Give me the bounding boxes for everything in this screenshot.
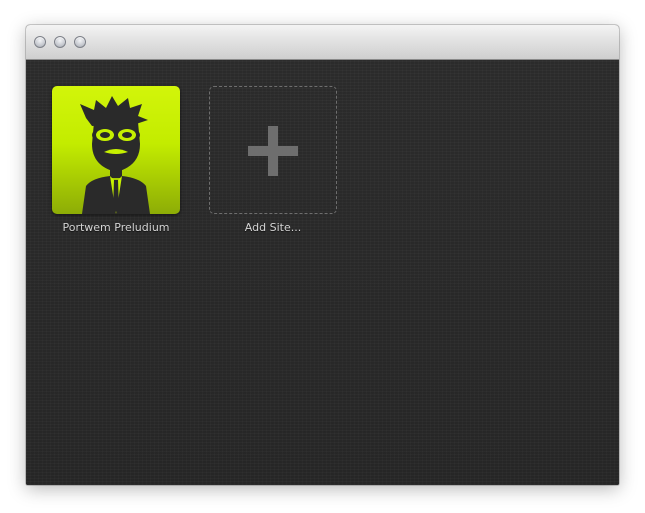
app-window: Portwem Preludium Add Site...: [26, 25, 619, 485]
minimize-window-button[interactable]: [54, 36, 66, 48]
sites-grid: Portwem Preludium Add Site...: [26, 60, 619, 485]
add-site-button[interactable]: [209, 86, 337, 214]
zoom-window-button[interactable]: [74, 36, 86, 48]
site-label[interactable]: Portwem Preludium: [44, 221, 188, 234]
hipster-avatar-icon: [80, 96, 150, 214]
close-window-button[interactable]: [34, 36, 46, 48]
site-tile[interactable]: [52, 86, 180, 214]
title-bar[interactable]: [26, 25, 619, 60]
add-site-label[interactable]: Add Site...: [201, 221, 345, 234]
